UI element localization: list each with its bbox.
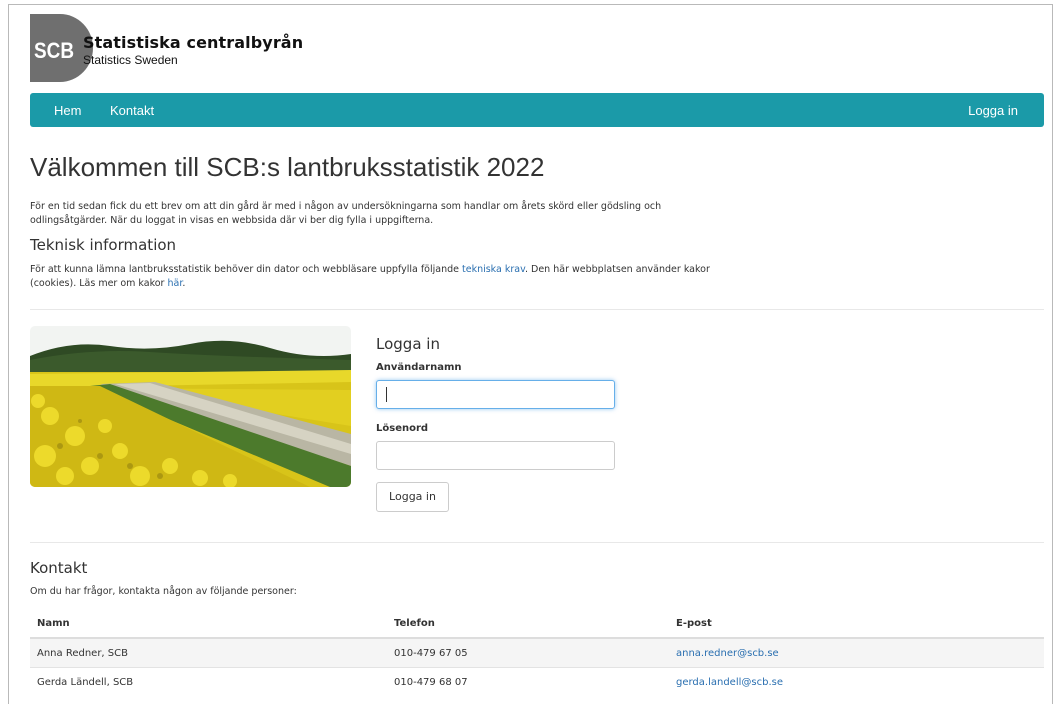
contact-name: Gerda Ländell, SCB <box>30 667 387 696</box>
technical-requirements-link[interactable]: tekniska krav <box>462 264 525 275</box>
nav-contact-link[interactable]: Kontakt <box>110 103 154 118</box>
table-header-row: Namn Telefon E-post <box>30 609 1044 639</box>
navbar: Hem Kontakt Logga in <box>30 93 1044 127</box>
page-title: Välkommen till SCB:s lantbruksstatistik … <box>30 152 545 182</box>
username-input[interactable] <box>376 380 615 409</box>
password-label: Lösenord <box>376 423 429 434</box>
column-header-email: E-post <box>669 609 1044 639</box>
tech-info-text: För att kunna lämna lantbruksstatistik b… <box>30 263 720 291</box>
contact-text: Om du har frågor, kontakta någon av följ… <box>30 586 297 597</box>
scb-logo[interactable]: SCB Statistiska centralbyrån Statistics … <box>30 14 330 82</box>
brand-tagline: Statistics Sweden <box>83 53 178 67</box>
logo-mark-text: SCB <box>34 38 74 63</box>
contact-heading: Kontakt <box>30 559 88 577</box>
login-heading: Logga in <box>376 335 440 353</box>
contact-email-link[interactable]: gerda.landell@scb.se <box>676 677 783 688</box>
brand-name: Statistiska centralbyrån <box>83 33 304 52</box>
column-header-phone: Telefon <box>387 609 669 639</box>
table-row: Gerda Ländell, SCB 010-479 68 07 gerda.l… <box>30 667 1044 696</box>
contact-phone: 010-479 67 05 <box>387 637 669 668</box>
password-input[interactable] <box>376 441 615 470</box>
divider <box>30 542 1044 543</box>
contact-name: Anna Redner, SCB <box>30 637 387 668</box>
tech-text-part3: . <box>182 278 186 289</box>
nav-login-link[interactable]: Logga in <box>968 103 1018 118</box>
contact-phone: 010-479 68 07 <box>387 667 669 696</box>
rapeseed-field-photo <box>30 326 351 487</box>
text-cursor <box>386 387 387 402</box>
login-button[interactable]: Logga in <box>376 482 449 512</box>
nav-home-link[interactable]: Hem <box>54 103 81 118</box>
contact-email-link[interactable]: anna.redner@scb.se <box>676 648 779 659</box>
cookies-info-link[interactable]: här <box>168 278 183 289</box>
username-label: Användarnamn <box>376 362 462 373</box>
tech-text-part1: För att kunna lämna lantbruksstatistik b… <box>30 264 462 275</box>
tech-info-heading: Teknisk information <box>30 236 177 254</box>
contact-table: Namn Telefon E-post Anna Redner, SCB 010… <box>30 609 1044 696</box>
table-row: Anna Redner, SCB 010-479 67 05 anna.redn… <box>30 637 1044 668</box>
intro-text: För en tid sedan fick du ett brev om att… <box>30 201 662 226</box>
column-header-name: Namn <box>30 609 387 639</box>
divider <box>30 309 1044 310</box>
